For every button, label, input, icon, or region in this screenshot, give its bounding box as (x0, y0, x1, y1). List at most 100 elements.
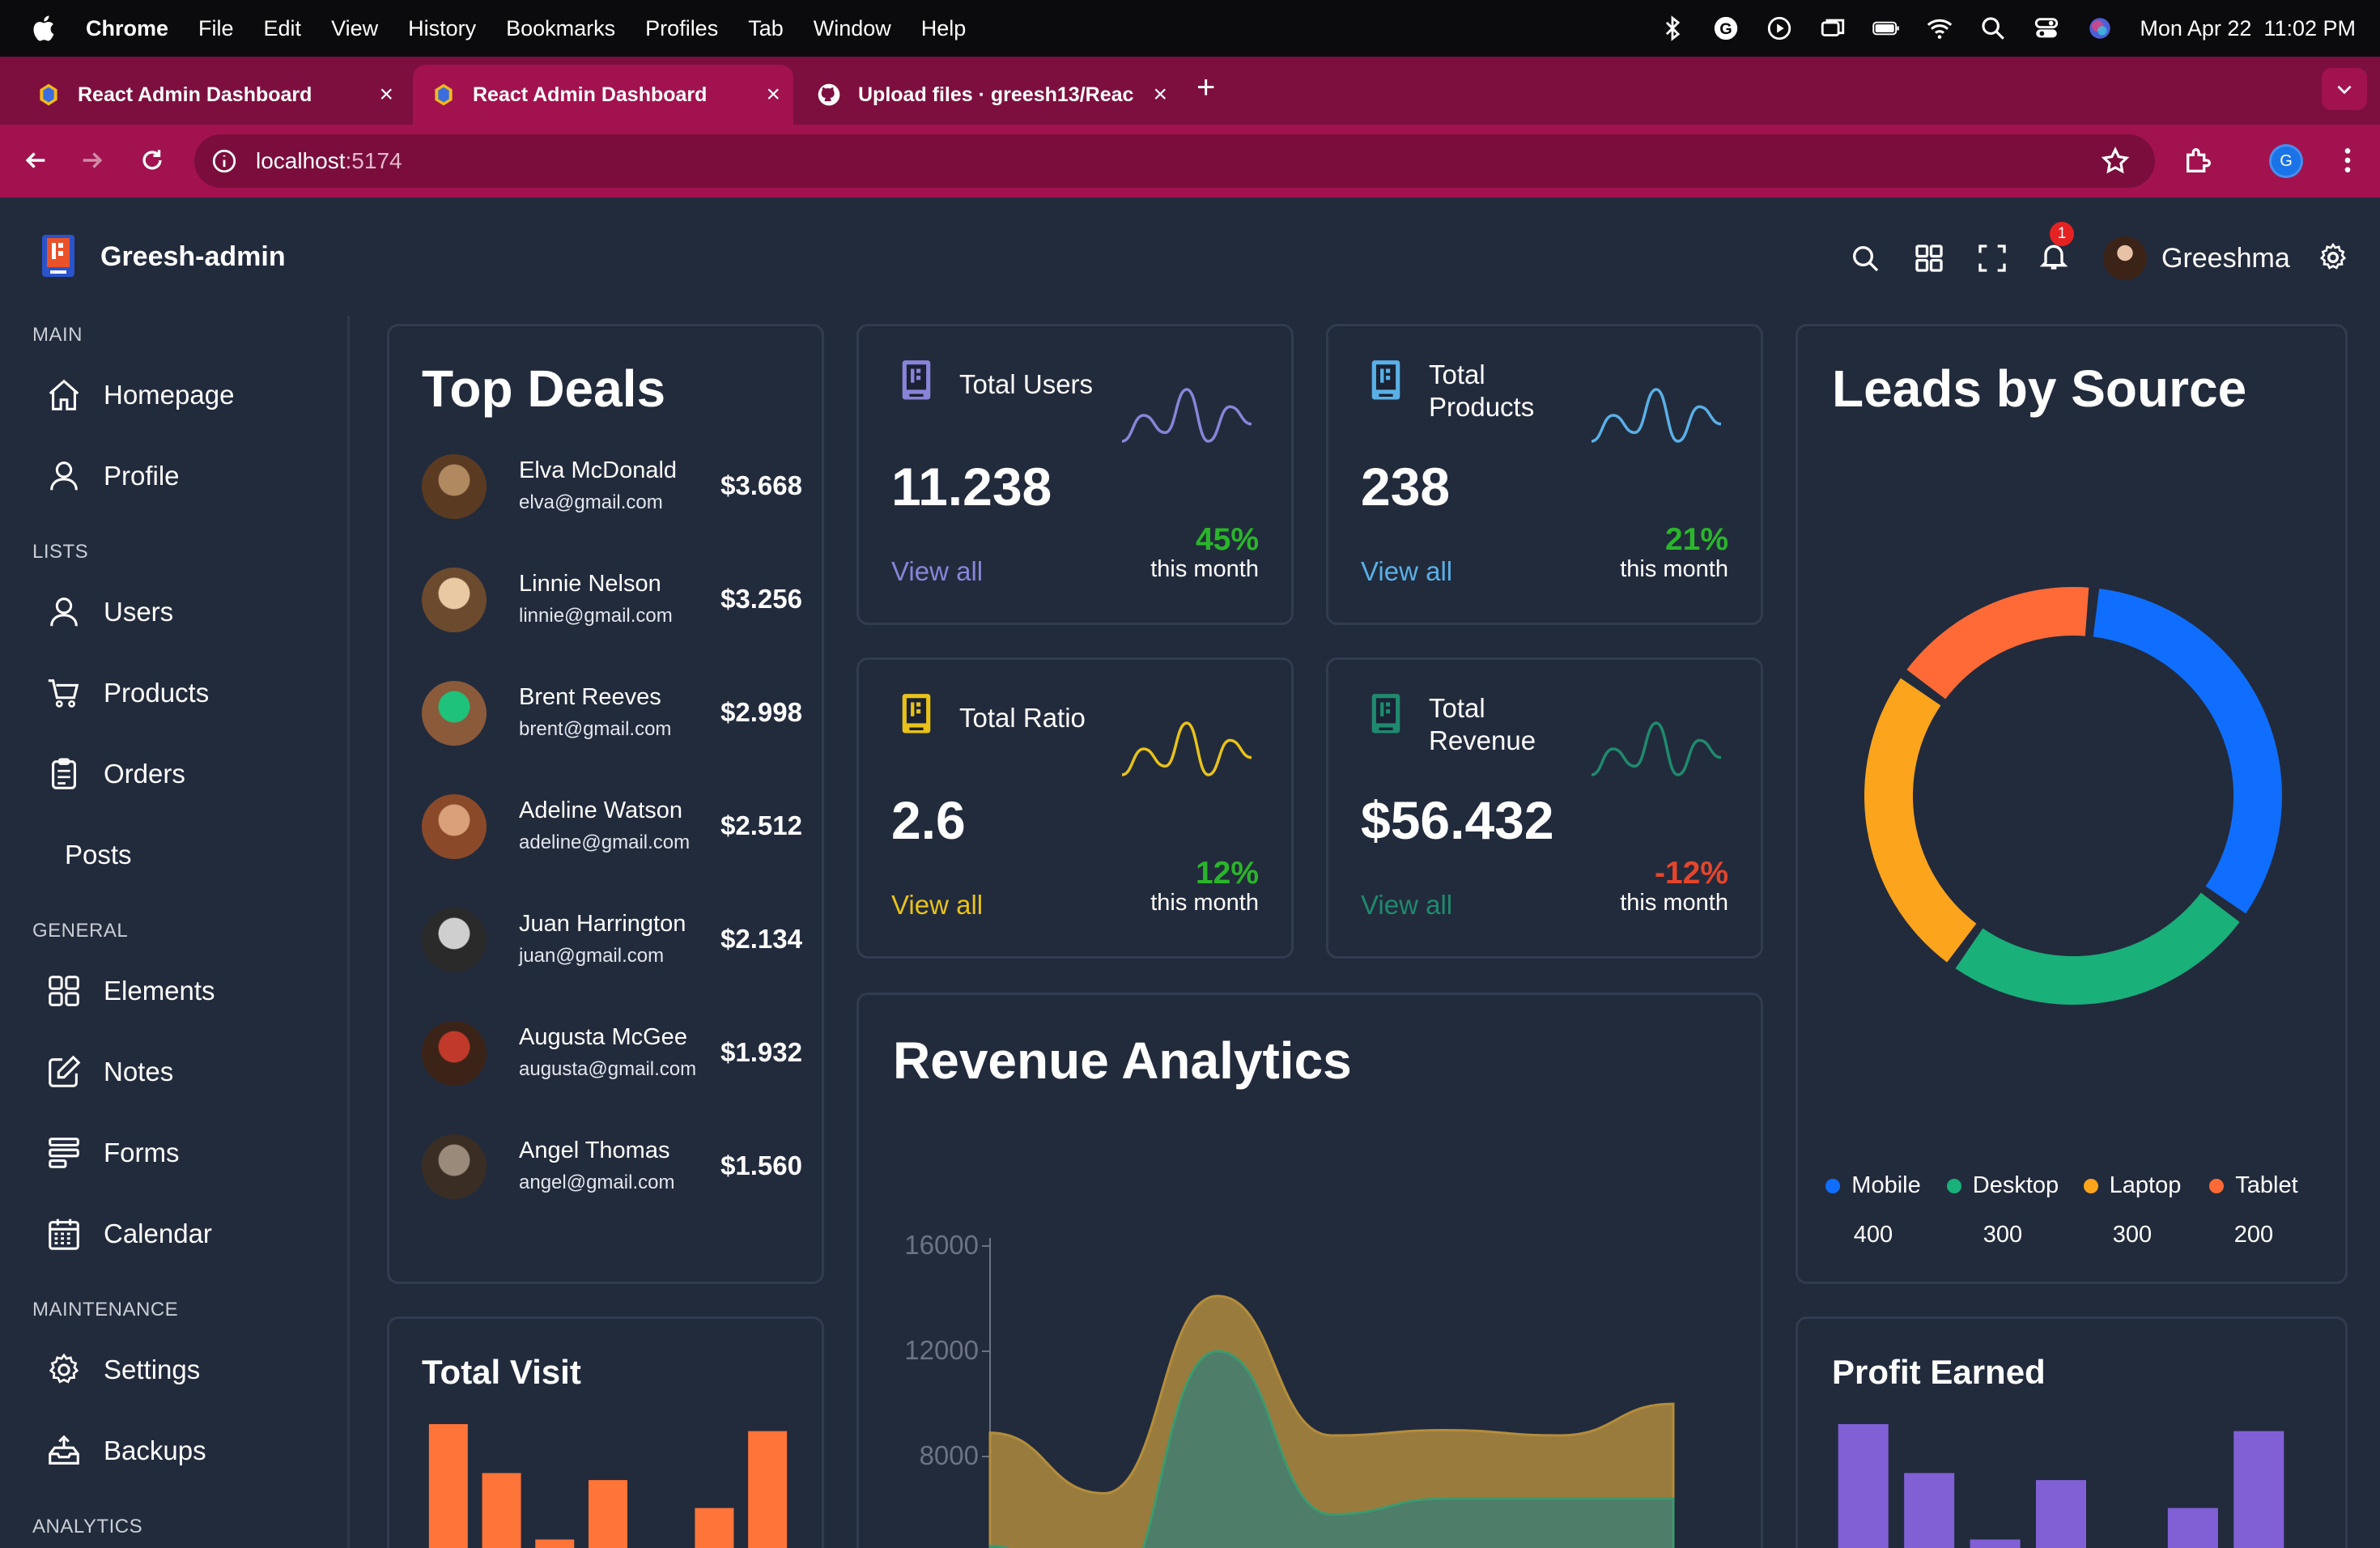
bluetooth-off-icon[interactable] (1659, 15, 1686, 42)
site-info-icon[interactable] (210, 147, 238, 175)
profile-avatar-button[interactable]: G (2269, 144, 2303, 178)
deal-email: brent@gmail.com (519, 718, 672, 740)
tab-close-icon[interactable]: × (379, 81, 393, 108)
deal-avatar (422, 794, 487, 859)
app-grid-icon[interactable] (1913, 242, 1945, 274)
menu-edit[interactable]: Edit (264, 16, 302, 41)
sidebar-section-analytics: ANALYTICS (32, 1516, 143, 1537)
app-logo-icon[interactable] (40, 233, 76, 282)
sidebar-item-products[interactable]: Products (45, 669, 209, 717)
more-vertical-icon[interactable] (2331, 144, 2364, 176)
chevron-down-icon (2337, 85, 2352, 95)
stat-percent: 21% (1664, 522, 1728, 557)
sidebar-item-notes[interactable]: Notes (45, 1048, 173, 1096)
screen-mirror-icon[interactable] (1819, 15, 1847, 42)
tab-title: React Admin Dashboard (473, 83, 708, 106)
extensions-puzzle-icon[interactable] (2182, 144, 2215, 176)
browser-tab[interactable]: React Admin Dashboard × (36, 65, 406, 125)
forward-button[interactable] (74, 142, 110, 178)
browser-tab-active[interactable]: React Admin Dashboard × (413, 65, 793, 125)
bookmark-star-icon[interactable] (2100, 146, 2131, 176)
view-all-link[interactable]: View all (891, 556, 983, 587)
deal-row[interactable]: Elva McDonald elva@gmail.com $3.668 (422, 454, 802, 527)
sidebar-item-elements[interactable]: Elements (45, 967, 215, 1015)
tab-search-button[interactable] (2322, 68, 2367, 110)
sidebar-item-users[interactable]: Users (45, 588, 173, 636)
app-brand-title[interactable]: Greesh-admin (100, 241, 286, 273)
fullscreen-icon[interactable] (1976, 242, 2008, 274)
menu-history[interactable]: History (408, 16, 476, 41)
stat-value: 238 (1361, 457, 1451, 517)
bar (695, 1508, 734, 1548)
grid-icon (49, 976, 79, 1006)
sidebar-item-label: Products (104, 678, 210, 708)
bar (1838, 1424, 1889, 1548)
sidebar-item-forms[interactable]: Forms (45, 1129, 180, 1177)
user-icon (50, 598, 78, 627)
sidebar-item-label: Profile (104, 461, 180, 491)
tab-close-icon[interactable]: × (766, 81, 780, 108)
siri-icon[interactable] (2086, 15, 2114, 42)
legend-value: 300 (1983, 1222, 2023, 1248)
sidebar-item-posts[interactable]: Posts (65, 831, 132, 879)
stat-card-total-products: Total Products 238 View all 21% this month (1326, 324, 1763, 625)
legend-dot (2083, 1178, 2098, 1193)
deal-row[interactable]: Juan Harrington juan@gmail.com $2.134 (422, 908, 802, 980)
wifi-icon[interactable] (1926, 15, 1953, 42)
back-button[interactable] (18, 142, 53, 178)
deal-row[interactable]: Brent Reeves brent@gmail.com $2.998 (422, 681, 802, 754)
browser-tab[interactable]: Upload files · greesh13/Reac × (816, 65, 1180, 125)
menu-app-name[interactable]: Chrome (86, 16, 168, 41)
view-all-link[interactable]: View all (891, 890, 983, 921)
sidebar: MAIN Homepage Profile LISTS Users Produc… (0, 316, 350, 1548)
spotlight-search-icon[interactable] (1979, 15, 2007, 42)
sidebar-item-backups[interactable]: Backups (45, 1427, 206, 1475)
deal-avatar (422, 454, 487, 519)
user-avatar[interactable] (2103, 236, 2147, 280)
user-name[interactable]: Greeshma (2161, 243, 2290, 274)
address-bar[interactable]: localhost:5174 (194, 134, 2155, 188)
menu-view[interactable]: View (331, 16, 378, 41)
apple-icon[interactable] (31, 14, 60, 43)
new-tab-button[interactable]: + (1196, 70, 1215, 106)
tab-close-icon[interactable]: × (1153, 81, 1167, 108)
bar (589, 1480, 627, 1548)
settings-gear-icon[interactable] (2317, 241, 2349, 274)
reload-button[interactable] (134, 142, 170, 178)
sidebar-item-settings[interactable]: Settings (45, 1346, 200, 1394)
stat-card-total-revenue: Total Revenue $56.432 View all -12% this mon… (1326, 657, 1763, 959)
battery-icon[interactable] (1872, 15, 1900, 42)
control-center-icon[interactable] (2033, 15, 2060, 42)
menu-help[interactable]: Help (921, 16, 967, 41)
menu-tab[interactable]: Tab (748, 16, 784, 41)
legend-dot (2209, 1178, 2225, 1193)
deal-row[interactable]: Augusta McGee augusta@gmail.com $1.932 (422, 1021, 802, 1094)
deal-avatar (422, 568, 487, 632)
play-circle-icon[interactable] (1766, 15, 1793, 42)
view-all-link[interactable]: View all (1361, 890, 1452, 921)
legend-dot (1825, 1178, 1841, 1193)
bar (2167, 1508, 2218, 1548)
sidebar-item-calendar[interactable]: Calendar (45, 1210, 212, 1258)
sparkline-path (1121, 721, 1252, 776)
grammarly-icon[interactable]: G (1712, 15, 1740, 42)
legend-value: 200 (2233, 1222, 2274, 1248)
sidebar-item-homepage[interactable]: Homepage (45, 371, 234, 419)
menu-profiles[interactable]: Profiles (645, 16, 718, 41)
y-tick-label: 8000 (920, 1440, 979, 1470)
menu-window[interactable]: Window (814, 16, 891, 41)
view-all-link[interactable]: View all (1361, 556, 1452, 587)
deal-name: Adeline Watson (519, 797, 683, 823)
deal-email: angel@gmail.com (519, 1172, 675, 1193)
legend-label-row: Desktop (1938, 1172, 2068, 1199)
bar (2233, 1431, 2284, 1548)
menu-bar-clock[interactable]: Mon Apr 22 11:02 PM (2140, 16, 2356, 41)
deal-row[interactable]: Linnie Nelson linnie@gmail.com $3.256 (422, 568, 802, 640)
menu-file[interactable]: File (198, 16, 234, 41)
deal-row[interactable]: Adeline Watson adeline@gmail.com $2.512 (422, 794, 802, 867)
deal-row[interactable]: Angel Thomas angel@gmail.com $1.560 (422, 1134, 802, 1207)
menu-bookmarks[interactable]: Bookmarks (506, 16, 615, 41)
search-icon[interactable] (1849, 242, 1881, 274)
sidebar-item-profile[interactable]: Profile (45, 452, 180, 500)
sidebar-item-orders[interactable]: Orders (45, 750, 185, 798)
